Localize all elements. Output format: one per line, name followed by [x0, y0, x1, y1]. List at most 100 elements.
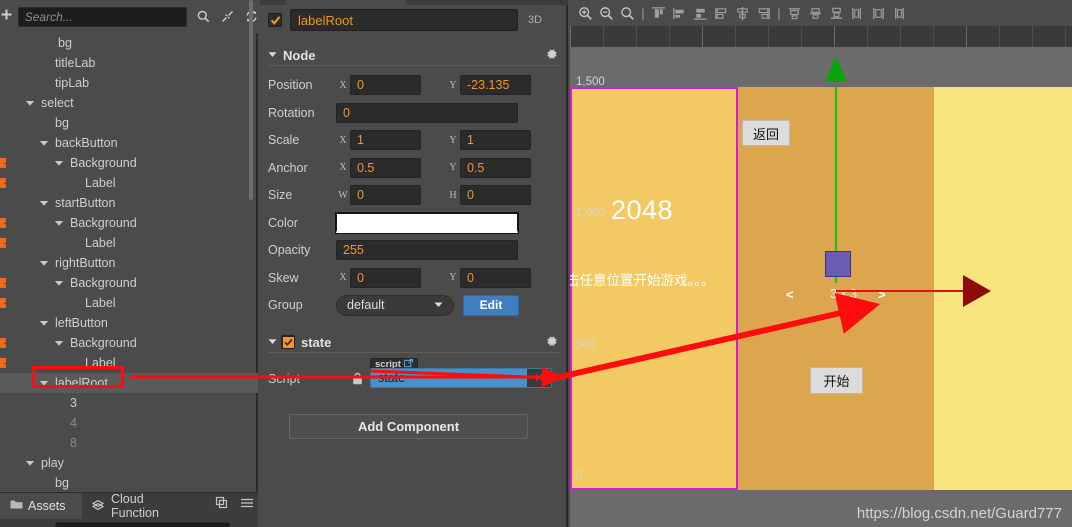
align-right-icon[interactable] [753, 6, 774, 21]
distribute-h-left-icon[interactable] [847, 6, 868, 21]
scale-x-input[interactable]: 1 [350, 130, 421, 150]
color-swatch[interactable] [335, 211, 519, 234]
search-icon[interactable] [197, 10, 210, 23]
skew-y-input[interactable]: 0 [460, 267, 531, 288]
scene-canvas[interactable]: 1,500 1,000 500 0 2048 击任意位置开始游戏。。。 返回 开… [570, 47, 1072, 527]
tree-item-labelroot[interactable]: labelRoot [0, 373, 258, 393]
inspector-active-tab[interactable] [286, 0, 406, 5]
distribute-h-right-icon[interactable] [889, 6, 910, 21]
tree-item-backbutton[interactable]: backButton [0, 133, 258, 153]
tree-item-background[interactable]: Background [0, 273, 258, 293]
tree-item-4[interactable]: 4 [0, 413, 258, 433]
gizmo-x-axis[interactable] [836, 290, 968, 292]
tree-expand-chevron-icon[interactable] [39, 138, 49, 148]
tree-expand-chevron-icon[interactable] [39, 198, 49, 208]
tree-expand-chevron-icon[interactable] [54, 278, 64, 288]
distribute-h-center-icon[interactable] [868, 6, 889, 21]
tree-item-bg[interactable]: bg [0, 33, 258, 53]
tree-item-bg[interactable]: bg [0, 473, 258, 492]
zoom-out-icon[interactable] [596, 6, 617, 21]
tree-item-label[interactable]: Label [0, 233, 258, 253]
tree-item-background[interactable]: Background [0, 153, 258, 173]
gizmo-x-arrowhead[interactable] [963, 275, 991, 307]
tree-item-label[interactable]: Label [0, 173, 258, 193]
grid-decrease-arrow[interactable]: < [786, 287, 794, 302]
tree-item-8[interactable]: 8 [0, 433, 258, 453]
chevron-down-icon-state[interactable] [268, 335, 277, 349]
opacity-input[interactable]: 255 [336, 240, 518, 260]
hierarchy-tree[interactable]: bg titleLab tipLab select bg backButton Backgr… [0, 33, 258, 492]
tree-item-background[interactable]: Background [0, 213, 258, 233]
tree-item-label: 8 [70, 436, 77, 450]
tree-item-titlelab[interactable]: titleLab [0, 53, 258, 73]
tree-expand-chevron-icon[interactable] [54, 158, 64, 168]
start-button[interactable]: 开始 [810, 367, 863, 394]
add-node-icon[interactable] [0, 8, 14, 25]
tree-expand-chevron-icon[interactable] [25, 98, 35, 108]
tree-item-bg[interactable]: bg [0, 113, 258, 133]
align-top-icon[interactable] [648, 6, 669, 21]
group-select[interactable]: default [336, 294, 454, 316]
size-y-input[interactable]: 0 [460, 185, 531, 205]
group-edit-button[interactable]: Edit [463, 294, 519, 316]
locate-icon[interactable] [221, 10, 234, 23]
axis-label-x_axis: X [339, 134, 347, 146]
remove-script-button[interactable]: ✕ [527, 369, 551, 387]
node-section-header[interactable]: Node [268, 44, 560, 66]
align-left-icon[interactable] [711, 6, 732, 21]
tree-item-select[interactable]: select [0, 93, 258, 113]
align-vertical-right-icon[interactable] [690, 6, 711, 21]
script-value-field[interactable]: state ✕ [370, 368, 552, 388]
tree-item-rightbutton[interactable]: rightButton [0, 253, 258, 273]
anchor-y-input[interactable]: 0.5 [460, 157, 531, 178]
size-x-input[interactable]: 0 [350, 185, 421, 205]
tab-cloud-function[interactable]: Cloud Function [82, 492, 202, 520]
rotation-input[interactable]: 0 [336, 102, 518, 123]
tree-expand-chevron-icon[interactable] [54, 338, 64, 348]
tree-expand-chevron-icon[interactable] [39, 318, 49, 328]
zoom-in-icon[interactable] [575, 6, 596, 21]
hierarchy-scrollbar[interactable] [249, 0, 253, 200]
back-button[interactable]: 返回 [742, 120, 790, 146]
tree-item-label[interactable]: Label [0, 293, 258, 313]
scale-y-input[interactable]: 1 [460, 130, 531, 150]
state-enabled-checkbox[interactable] [281, 335, 295, 349]
add-component-button[interactable]: Add Component [289, 414, 528, 439]
tab-assets[interactable]: Assets [0, 493, 82, 519]
node-enabled-checkbox[interactable] [268, 13, 282, 27]
tree-item-startbutton[interactable]: startButton [0, 193, 258, 213]
copy-icon[interactable] [215, 496, 228, 512]
skew-x-input[interactable]: 0 [350, 267, 421, 288]
chevron-down-icon[interactable] [268, 48, 277, 62]
distribute-top-icon[interactable] [784, 6, 805, 21]
tree-expand-chevron-icon[interactable] [54, 218, 64, 228]
tree-item-tiplab[interactable]: tipLab [0, 73, 258, 93]
align-vertical-left-icon[interactable] [669, 6, 690, 21]
node-name-input[interactable]: labelRoot [290, 9, 518, 31]
tree-item-label[interactable]: Label [0, 353, 258, 373]
tree-expand-chevron-icon[interactable] [39, 258, 49, 268]
tree-item-play[interactable]: play [0, 453, 258, 473]
gear-icon-state[interactable] [545, 335, 558, 351]
tree-item-leftbutton[interactable]: leftButton [0, 313, 258, 333]
state-section-header[interactable]: state [268, 331, 560, 353]
tree-item-background[interactable]: Background [0, 333, 258, 353]
tree-expand-chevron-icon[interactable] [25, 458, 35, 468]
distribute-bottom-icon[interactable] [826, 6, 847, 21]
mode-3d-label[interactable]: 3D [528, 14, 542, 26]
menu-icon[interactable] [240, 497, 254, 512]
tree-item-3[interactable]: 3 [0, 393, 258, 413]
distribute-middle-icon[interactable] [805, 6, 826, 21]
assets-search-input[interactable] [55, 522, 230, 527]
align-center-icon[interactable] [732, 6, 753, 21]
gizmo-y-arrowhead[interactable] [825, 56, 847, 82]
search-input[interactable]: Search... [17, 6, 187, 27]
anchor-x-input[interactable]: 0.5 [350, 157, 421, 178]
gear-icon[interactable] [545, 48, 558, 64]
zoom-fit-icon[interactable] [617, 6, 638, 21]
scene-toolbar[interactable]: | | [570, 0, 1072, 26]
position-x-input[interactable]: 0 [350, 75, 421, 95]
position-y-input[interactable]: -23.135 [460, 75, 531, 95]
selected-node-handle[interactable] [825, 251, 851, 277]
tree-expand-chevron-icon[interactable] [39, 378, 49, 388]
